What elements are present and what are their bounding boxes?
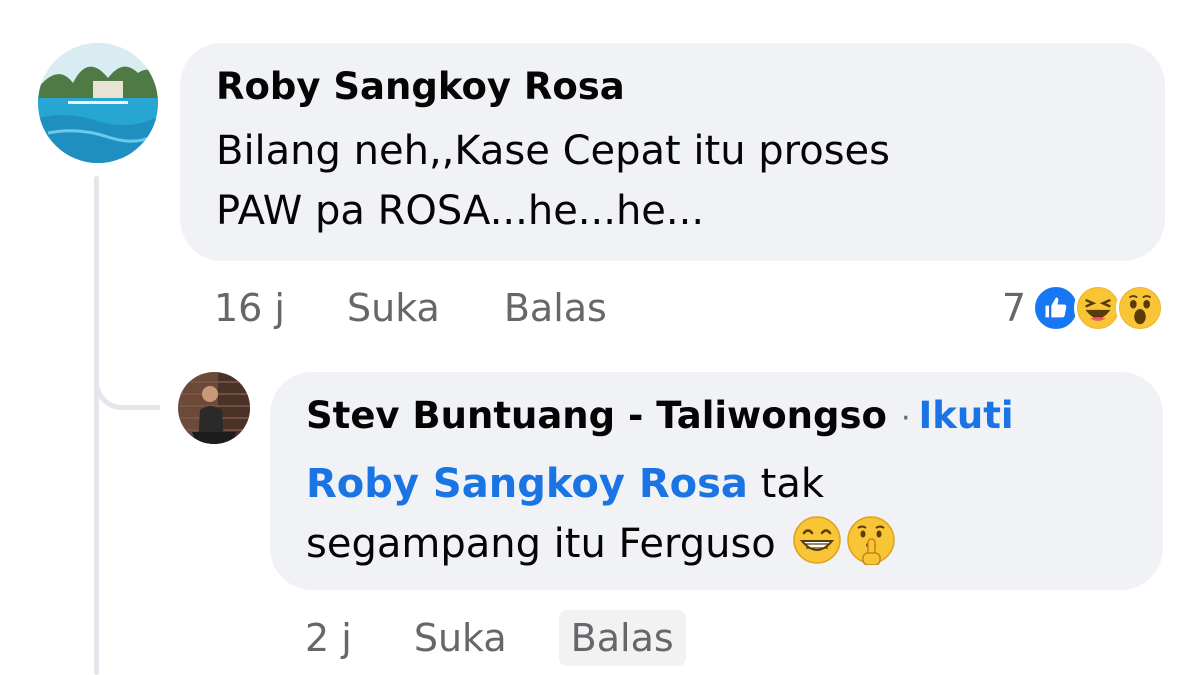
like-button[interactable]: Suka: [347, 286, 440, 330]
reply-text-fragment: segampang itu Ferguso: [306, 521, 776, 567]
follow-button[interactable]: Ikuti: [918, 394, 1013, 437]
comment-author[interactable]: Roby Sangkoy Rosa: [216, 65, 625, 108]
reply-avatar[interactable]: [178, 372, 250, 444]
comment-actions: 16 j Suka Balas: [214, 280, 671, 336]
separator-dot: ·: [900, 401, 911, 436]
like-button[interactable]: Suka: [414, 616, 507, 660]
reply-bubble: Stev Buntuang - Taliwongso · Ikuti Roby Sa…: [270, 372, 1163, 590]
comment-text-line: PAW pa ROSA...he...he...: [216, 188, 705, 234]
mention-link[interactable]: Roby Sangkoy Rosa: [306, 461, 748, 507]
comment-text: Bilang neh,,Kase Cepat itu proses PAW pa…: [216, 121, 1116, 241]
like-icon: [1032, 284, 1080, 332]
comment-thread: Roby Sangkoy Rosa Bilang neh,,Kase Cepat…: [0, 0, 1200, 675]
comment-text-line: Bilang neh,,Kase Cepat itu proses: [216, 128, 891, 174]
reply-text-fragment: tak: [747, 461, 824, 507]
reactions-summary[interactable]: 7: [1002, 283, 1164, 333]
reply-button[interactable]: Balas: [504, 286, 607, 330]
reply-text-line: segampang itu Ferguso: [306, 514, 1126, 574]
reply-text: Roby Sangkoy Rosa tak segampang itu Ferg…: [306, 454, 1126, 574]
reply-text-line: Roby Sangkoy Rosa tak: [306, 454, 1126, 514]
haha-icon: [1074, 284, 1122, 332]
reply-author[interactable]: Stev Buntuang - Taliwongso: [306, 394, 887, 437]
reply-button[interactable]: Balas: [558, 610, 686, 666]
thread-connector: [94, 340, 160, 410]
reaction-count: 7: [1001, 286, 1026, 330]
avatar[interactable]: [38, 43, 158, 163]
reply-actions: 2 j Suka Balas: [305, 608, 750, 668]
wow-icon: [1116, 284, 1164, 332]
grinning-emoji-icon: [793, 516, 842, 564]
shushing-emoji-icon: [847, 516, 896, 565]
reply-timestamp[interactable]: 2 j: [305, 616, 352, 660]
comment-bubble: Roby Sangkoy Rosa Bilang neh,,Kase Cepat…: [180, 43, 1165, 261]
thread-line: [94, 176, 99, 675]
comment-timestamp[interactable]: 16 j: [214, 286, 285, 330]
reply-header: Stev Buntuang - Taliwongso · Ikuti: [306, 394, 1014, 437]
